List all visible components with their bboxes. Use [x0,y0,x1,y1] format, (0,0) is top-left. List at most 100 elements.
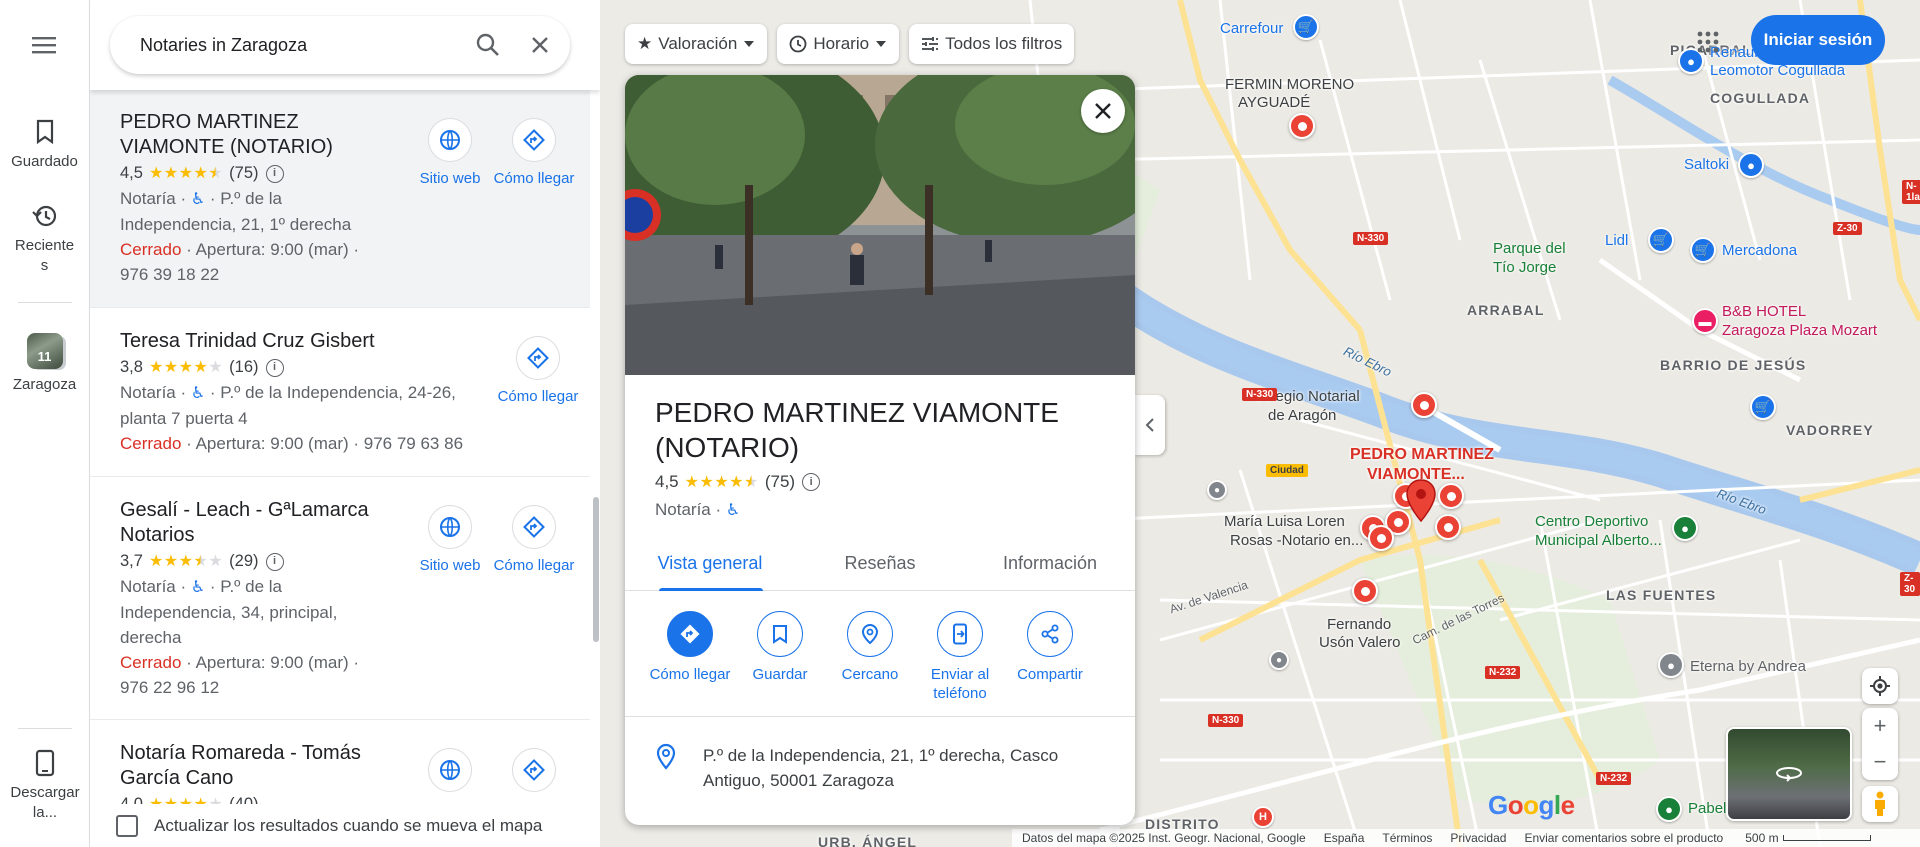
map-label-parque-2[interactable]: Tío Jorge [1493,259,1556,276]
map-data-credit[interactable]: Datos del mapa ©2025 Inst. Geogr. Nacion… [1022,831,1306,845]
info-icon[interactable]: i [265,552,284,571]
zoom-in-button[interactable]: + [1862,708,1898,744]
share-button[interactable]: Compartir [1005,611,1095,703]
map-pin[interactable] [1289,113,1315,139]
rail-download-app[interactable]: Descargar la... [0,747,90,823]
map-label-lidl[interactable]: Lidl [1605,232,1628,249]
hospital-icon[interactable]: H [1252,806,1274,828]
search-input[interactable]: Notaries in Zaragoza [140,35,462,56]
transit-icon[interactable]: ● [1207,480,1227,500]
save-button[interactable]: Guardar [735,611,825,703]
info-icon[interactable]: i [265,164,284,183]
nearby-button[interactable]: Cercano [825,611,915,703]
result-name[interactable]: PEDRO MARTINEZ VIAMONTE (NOTARIO) [120,110,400,160]
street-view-pegman-button[interactable] [1862,786,1898,822]
directions-button[interactable]: Cómo llegar [492,118,576,187]
park-icon[interactable]: ● [1656,796,1682,822]
rail-recent-place[interactable]: 11 Zaragoza [0,333,90,395]
search-button[interactable] [462,19,514,71]
place-title: PEDRO MARTINEZ VIAMONTE (NOTARIO) [655,397,1059,463]
shopping-cart-icon[interactable]: 🛒 [1750,394,1776,420]
send-to-phone-button[interactable]: Enviar al teléfono [915,611,1005,703]
close-card-button[interactable] [1081,89,1125,133]
info-icon[interactable]: i [802,473,821,491]
map-label-eterna[interactable]: Eterna by Andrea [1690,658,1806,675]
transit-icon[interactable]: ● [1269,650,1289,670]
directions-button[interactable]: Cómo llegar [492,505,576,574]
result-name[interactable]: Gesalí - Leach - GªLamarca Notarios [120,498,400,548]
map-label-centro-1[interactable]: Centro Deportivo [1535,513,1648,530]
my-location-button[interactable] [1862,668,1898,704]
tab-information[interactable]: Información [965,537,1135,590]
place-reviews[interactable]: (75) [765,472,795,492]
rail-saved[interactable]: Guardado [0,116,90,172]
hotel-icon[interactable]: ▬ [1692,308,1718,334]
map-pin[interactable] [1352,578,1378,604]
map-label-parque-1[interactable]: Parque del [1493,240,1566,257]
selected-place-pin-icon[interactable] [1405,478,1437,524]
map-pin[interactable] [1438,483,1464,509]
privacy-link[interactable]: Privacidad [1450,831,1506,845]
shopping-cart-icon[interactable]: 🛒 [1648,227,1674,253]
website-button[interactable] [408,748,492,792]
map-label-colegio-2[interactable]: de Aragón [1268,407,1336,424]
google-apps-button[interactable] [1690,24,1726,60]
result-item[interactable]: Gesalí - Leach - GªLamarca Notarios 3,7 … [90,477,590,720]
directions-button[interactable]: Cómo llegar [496,336,580,405]
place-photo[interactable] [625,75,1135,375]
store-icon[interactable]: ● [1738,152,1764,178]
info-icon[interactable]: i [265,358,284,377]
scale-bar[interactable]: 500 m [1745,831,1871,845]
search-box[interactable]: Notaries in Zaragoza [110,16,570,74]
map-label-centro-2[interactable]: Municipal Alberto... [1535,532,1662,549]
menu-button[interactable] [25,28,65,62]
map-label-pedro-1[interactable]: PEDRO MARTINEZ [1350,446,1494,464]
map-label-hotel-1[interactable]: B&B HOTEL [1722,303,1806,320]
map-label-maria-1[interactable]: María Luisa Loren [1224,513,1345,530]
tab-overview[interactable]: Vista general [625,537,795,591]
map-label-mercadona[interactable]: Mercadona [1722,242,1797,259]
clear-search-button[interactable] [514,19,566,71]
results-scrollbar[interactable] [593,497,599,642]
hours-filter-chip[interactable]: Horario [777,24,900,64]
update-on-move-checkbox[interactable] [116,814,138,837]
zoom-out-button[interactable]: − [1862,744,1898,780]
map-label-saltoki[interactable]: Saltoki [1684,156,1729,173]
map-pin[interactable] [1368,525,1394,551]
map-pin[interactable] [1435,514,1461,540]
shopping-cart-icon[interactable]: 🛒 [1293,14,1319,40]
sign-in-button[interactable]: Iniciar sesión [1751,15,1885,65]
directions-button[interactable]: Cómo llegar [645,611,735,703]
map-label-pabell[interactable]: Pabell [1688,800,1730,817]
country-link[interactable]: España [1324,831,1365,845]
place-address-row[interactable]: P.º de la Independencia, 21, 1º derecha,… [655,743,1093,793]
feedback-link[interactable]: Enviar comentarios sobre el producto [1524,831,1723,845]
place-icon[interactable]: ● [1658,652,1684,678]
rail-recent[interactable]: Reciente s [0,200,90,276]
result-item[interactable]: PEDRO MARTINEZ VIAMONTE (NOTARIO) 4,5 ★★… [90,90,590,308]
all-filters-chip[interactable]: Todos los filtros [909,24,1075,64]
collapse-panel-button[interactable] [1135,395,1165,455]
terms-link[interactable]: Términos [1382,831,1432,845]
shopping-cart-icon[interactable]: 🛒 [1690,237,1716,263]
map-pin[interactable] [1411,392,1437,418]
map-label-carrefour[interactable]: Carrefour [1220,20,1283,37]
result-name[interactable]: Notaría Romareda - Tomás García Cano [120,741,400,791]
result-rating: 3,8 [120,358,143,376]
directions-button[interactable] [492,748,576,792]
result-name[interactable]: Teresa Trinidad Cruz Gisbert [120,329,440,354]
place-category[interactable]: Notaría · [655,500,721,519]
map-label-hotel-2[interactable]: Zaragoza Plaza Mozart [1722,322,1877,339]
map-label-fernando-2[interactable]: Usón Valero [1319,634,1400,651]
sports-icon[interactable]: ● [1672,515,1698,541]
rating-filter-chip[interactable]: ★ Valoración [625,24,768,64]
tab-reviews[interactable]: Reseñas [795,537,965,590]
website-button[interactable]: Sitio web [408,505,492,574]
result-item[interactable]: Teresa Trinidad Cruz Gisbert 3,8 ★★★★★ (… [90,308,590,477]
website-button[interactable]: Sitio web [408,118,492,187]
star-rating-icon: ★★★★★ [148,359,224,376]
map-label-fernando-1[interactable]: Fernando [1327,616,1391,633]
map-label-maria-2[interactable]: Rosas -Notario en... [1230,532,1363,549]
map-label-arrabal: ARRABAL [1467,302,1545,318]
street-view-preview[interactable] [1726,727,1852,821]
